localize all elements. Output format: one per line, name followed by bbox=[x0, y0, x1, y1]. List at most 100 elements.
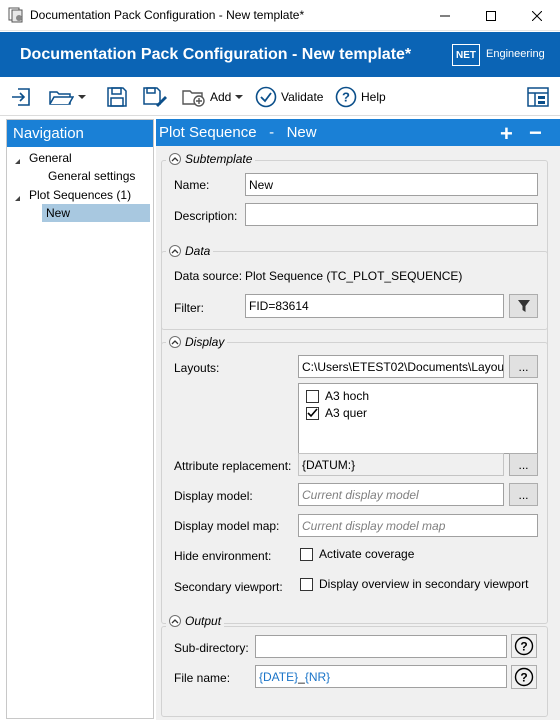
tree-expanded-icon bbox=[15, 159, 20, 164]
filter-funnel-icon bbox=[517, 300, 530, 312]
secondary-viewport-checkbox[interactable]: Display overview in secondary viewport bbox=[300, 577, 528, 591]
toolbar: Add Validate ? Help bbox=[0, 78, 560, 116]
sub-directory-input[interactable] bbox=[255, 635, 507, 658]
tree-item-plot-sequences[interactable]: Plot Sequences (1) bbox=[29, 188, 131, 202]
collapse-icon[interactable] bbox=[169, 615, 181, 627]
activate-coverage-label: Activate coverage bbox=[319, 547, 415, 561]
data-title: Data bbox=[185, 244, 211, 258]
main-panel: Plot Sequence - New + − Subtemplate Name… bbox=[156, 119, 560, 720]
secondary-viewport-label: Secondary viewport: bbox=[174, 580, 283, 594]
subtemplate-title: Subtemplate bbox=[185, 152, 253, 166]
checkbox-box[interactable] bbox=[300, 577, 313, 591]
secondary-viewport-check-label: Display overview in secondary viewport bbox=[319, 577, 529, 591]
header-title: Documentation Pack Configuration - New t… bbox=[20, 46, 412, 63]
help-label: Help bbox=[361, 90, 386, 104]
help-icon: ? bbox=[514, 667, 534, 687]
layout-item-label: A3 hoch bbox=[325, 389, 370, 403]
tree-toggle-general[interactable] bbox=[14, 154, 21, 168]
layouts-path-input[interactable]: C:\Users\ETEST02\Documents\Layout_\ bbox=[298, 355, 504, 378]
tree-expanded-icon bbox=[15, 196, 20, 201]
validate-label: Validate bbox=[281, 90, 324, 104]
open-button[interactable] bbox=[48, 85, 86, 109]
collapse-icon[interactable] bbox=[169, 245, 181, 257]
layout-checkbox[interactable] bbox=[306, 389, 319, 403]
name-label: Name: bbox=[174, 178, 210, 192]
brand-logo: NET bbox=[452, 44, 480, 66]
close-icon bbox=[532, 10, 542, 21]
maximize-button[interactable] bbox=[468, 0, 514, 31]
minimize-icon bbox=[440, 15, 450, 16]
sub-directory-label: Sub-directory: bbox=[174, 641, 249, 655]
save-icon bbox=[107, 87, 127, 107]
file-name-input[interactable]: {DATE}_{NR} bbox=[255, 665, 507, 688]
display-model-input[interactable]: Current display model bbox=[298, 483, 504, 506]
app-icon bbox=[8, 7, 23, 23]
date-token: {DATE} bbox=[259, 670, 299, 684]
file-name-help-button[interactable]: ? bbox=[511, 665, 537, 689]
navigation-panel: Navigation General General settings Plot… bbox=[6, 119, 154, 719]
help-button[interactable]: ? Help bbox=[335, 85, 386, 109]
tree-item-general[interactable]: General bbox=[29, 151, 72, 165]
display-model-label: Display model: bbox=[174, 489, 253, 503]
layout-item-a3-hoch[interactable]: A3 hoch bbox=[306, 389, 369, 403]
window-title: Documentation Pack Configuration - New t… bbox=[30, 8, 305, 22]
layout-item-a3-quer[interactable]: A3 quer bbox=[306, 406, 367, 420]
attribute-replacement-input[interactable]: {DATUM:} bbox=[298, 453, 504, 476]
tree-item-new-selected[interactable]: New bbox=[42, 204, 150, 222]
folder-open-icon bbox=[49, 91, 74, 105]
collapse-icon[interactable] bbox=[169, 153, 181, 165]
add-item-button[interactable]: + bbox=[500, 121, 513, 147]
nr-token: {NR} bbox=[304, 670, 331, 684]
collapse-icon[interactable] bbox=[169, 336, 181, 348]
chevron-down-icon bbox=[235, 95, 244, 99]
minimize-button[interactable] bbox=[422, 0, 468, 31]
activate-coverage-checkbox[interactable]: Activate coverage bbox=[300, 547, 414, 561]
add-label: Add bbox=[210, 90, 232, 104]
tree-item-new-label: New bbox=[46, 206, 71, 220]
chevron-down-icon[interactable] bbox=[78, 94, 86, 100]
display-model-map-input[interactable]: Current display model map bbox=[298, 514, 538, 537]
import-icon bbox=[12, 88, 30, 106]
validate-button[interactable]: Validate bbox=[255, 85, 323, 109]
filter-button[interactable] bbox=[509, 294, 538, 318]
svg-text:?: ? bbox=[520, 640, 527, 654]
add-button[interactable]: Add bbox=[182, 85, 244, 109]
data-source-value: Plot Sequence (TC_PLOT_SEQUENCE) bbox=[245, 269, 463, 283]
name-input[interactable]: New bbox=[245, 173, 538, 196]
description-label: Description: bbox=[174, 209, 238, 223]
maximize-icon bbox=[486, 10, 496, 21]
sub-directory-help-button[interactable]: ? bbox=[511, 634, 537, 658]
import-button[interactable] bbox=[10, 85, 32, 109]
close-button[interactable] bbox=[514, 0, 560, 31]
data-legend[interactable]: Data bbox=[166, 244, 214, 258]
save-button[interactable] bbox=[106, 85, 128, 109]
checkmark-icon bbox=[307, 408, 318, 418]
description-input[interactable] bbox=[245, 203, 538, 226]
layout-item-label: A3 quer bbox=[325, 406, 368, 420]
layouts-label: Layouts: bbox=[174, 361, 220, 375]
remove-item-button[interactable]: − bbox=[529, 120, 542, 146]
hide-environment-label: Hide environment: bbox=[174, 549, 272, 563]
layout-toggle-button[interactable] bbox=[526, 85, 550, 109]
tree-item-general-settings[interactable]: General settings bbox=[48, 169, 135, 183]
help-icon: ? bbox=[514, 636, 534, 656]
data-source-label: Data source: bbox=[174, 269, 243, 283]
output-legend[interactable]: Output bbox=[166, 614, 225, 628]
display-model-browse-button[interactable]: ... bbox=[509, 483, 538, 506]
output-title: Output bbox=[185, 614, 222, 628]
save-as-button[interactable] bbox=[142, 85, 168, 109]
tree-toggle-plot-sequences[interactable] bbox=[14, 191, 21, 205]
attribute-browse-button[interactable]: ... bbox=[509, 453, 538, 476]
layouts-browse-button[interactable]: ... bbox=[509, 355, 538, 378]
display-title: Display bbox=[185, 335, 225, 349]
app-header: Documentation Pack Configuration - New t… bbox=[0, 32, 560, 77]
display-model-map-label: Display model map: bbox=[174, 519, 280, 533]
checkbox-box[interactable] bbox=[300, 547, 313, 561]
display-legend[interactable]: Display bbox=[166, 335, 228, 349]
brand-name: Engineering bbox=[486, 48, 545, 60]
filter-input[interactable]: FID=83614 bbox=[245, 294, 504, 318]
validate-check-icon bbox=[255, 86, 277, 108]
subtemplate-legend[interactable]: Subtemplate bbox=[166, 152, 256, 166]
layout-checkbox[interactable] bbox=[306, 406, 319, 420]
save-as-icon bbox=[143, 87, 167, 107]
